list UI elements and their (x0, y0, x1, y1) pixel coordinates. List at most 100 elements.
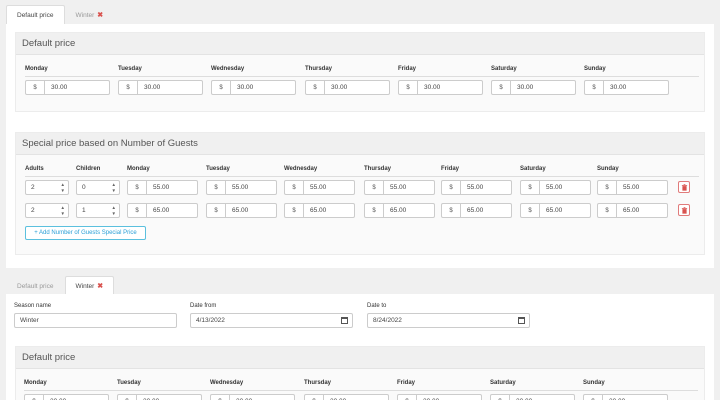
column-header-saturday: Saturday (520, 166, 546, 172)
day-header-friday: Friday (398, 66, 417, 72)
currency-symbol: $ (306, 81, 325, 94)
price-value: 55.00 (546, 184, 563, 191)
winter-price-monday-input[interactable]: $30.00 (24, 394, 109, 400)
default-price-friday-input[interactable]: $30.00 (398, 80, 483, 95)
special-price-friday-input[interactable]: $65.00 (441, 203, 512, 218)
delete-row-button[interactable] (678, 181, 690, 193)
stepper-arrows-icon[interactable]: ▲ ▼ (61, 205, 65, 216)
header-divider (25, 176, 699, 177)
close-icon[interactable]: ✖ (97, 11, 103, 19)
stepper-arrows-icon[interactable]: ▲ ▼ (112, 182, 116, 193)
default-price-thursday-input[interactable]: $30.00 (305, 80, 390, 95)
price-value: 65.00 (390, 207, 407, 214)
stepper-value: 2 (31, 184, 35, 191)
price-value: 65.00 (546, 207, 563, 214)
special-price-tuesday-input[interactable]: $65.00 (206, 203, 277, 218)
winter-price-saturday-input[interactable]: $30.00 (490, 394, 575, 400)
default-price-card: Default price (15, 32, 705, 112)
button-label: + Add Number of Guests Special Price (34, 230, 137, 236)
special-price-monday-input[interactable]: $55.00 (127, 180, 198, 195)
calendar-icon[interactable] (341, 317, 348, 324)
price-value: 55.00 (390, 184, 407, 191)
column-header-tuesday: Tuesday (206, 166, 230, 172)
winter-price-sunday-input[interactable]: $30.00 (583, 394, 668, 400)
special-price-sunday-input[interactable]: $55.00 (597, 180, 668, 195)
children-stepper[interactable]: 1 ▲ ▼ (76, 203, 120, 218)
special-price-tuesday-input[interactable]: $55.00 (206, 180, 277, 195)
special-price-wednesday-input[interactable]: $55.00 (284, 180, 355, 195)
currency-symbol: $ (128, 181, 147, 194)
column-header-adults: Adults (25, 166, 44, 172)
tab-default-price[interactable]: Default price (6, 276, 65, 295)
trash-icon (681, 206, 687, 214)
special-price-thursday-input[interactable]: $65.00 (364, 203, 435, 218)
currency-symbol: $ (598, 181, 617, 194)
price-value: 30.00 (230, 395, 294, 400)
tabs-top: Default price Winter ✖ (6, 5, 114, 24)
price-value: 55.00 (153, 184, 170, 191)
special-price-wednesday-input[interactable]: $65.00 (284, 203, 355, 218)
column-header-monday: Monday (127, 166, 150, 172)
column-header-children: Children (76, 166, 101, 172)
day-header-thursday: Thursday (305, 66, 333, 72)
default-price-wednesday-input[interactable]: $30.00 (211, 80, 296, 95)
special-price-monday-input[interactable]: $65.00 (127, 203, 198, 218)
winter-default-price-card: Default price (15, 346, 705, 400)
default-price-monday-input[interactable]: $30.00 (25, 80, 110, 95)
delete-row-button[interactable] (678, 204, 690, 216)
special-price-thursday-input[interactable]: $55.00 (364, 180, 435, 195)
date-from-label: Date from (190, 303, 217, 309)
special-price-saturday-input[interactable]: $65.00 (520, 203, 591, 218)
price-value: 65.00 (467, 207, 484, 214)
currency-symbol: $ (118, 395, 137, 400)
date-to-input[interactable]: 8/24/2022 (367, 313, 530, 328)
price-value: 30.00 (517, 84, 534, 91)
tab-winter[interactable]: Winter ✖ (65, 5, 115, 24)
currency-symbol: $ (398, 395, 417, 400)
tab-default-price[interactable]: Default price (6, 5, 65, 24)
day-header-thursday: Thursday (304, 380, 332, 386)
stepper-value: 2 (31, 207, 35, 214)
special-price-friday-input[interactable]: $55.00 (441, 180, 512, 195)
trash-icon (681, 183, 687, 191)
children-stepper[interactable]: 0 ▲ ▼ (76, 180, 120, 195)
currency-symbol: $ (207, 181, 226, 194)
currency-symbol: $ (285, 181, 304, 194)
currency-symbol: $ (521, 181, 540, 194)
tab-winter[interactable]: Winter ✖ (64, 276, 115, 295)
default-price-sunday-input[interactable]: $30.00 (584, 80, 669, 95)
season-name-input[interactable]: Winter (14, 313, 177, 328)
price-value: 65.00 (232, 207, 249, 214)
stepper-arrows-icon[interactable]: ▲ ▼ (61, 182, 65, 193)
close-icon[interactable]: ✖ (97, 282, 103, 290)
currency-symbol: $ (521, 204, 540, 217)
currency-symbol: $ (365, 181, 384, 194)
calendar-icon[interactable] (518, 317, 525, 324)
price-value: 30.00 (137, 395, 201, 400)
column-header-sunday: Sunday (597, 166, 619, 172)
currency-symbol: $ (399, 81, 418, 94)
winter-price-friday-input[interactable]: $30.00 (397, 394, 482, 400)
day-header-monday: Monday (24, 380, 47, 386)
stepper-arrows-icon[interactable]: ▲ ▼ (112, 205, 116, 216)
currency-symbol: $ (442, 181, 461, 194)
day-header-saturday: Saturday (490, 380, 516, 386)
winter-price-tuesday-input[interactable]: $30.00 (117, 394, 202, 400)
default-price-tuesday-input[interactable]: $30.00 (118, 80, 203, 95)
price-value: 65.00 (623, 207, 640, 214)
add-guests-special-price-button[interactable]: + Add Number of Guests Special Price (25, 226, 146, 240)
special-price-saturday-input[interactable]: $55.00 (520, 180, 591, 195)
season-name-label: Season name (14, 303, 52, 309)
special-price-sunday-input[interactable]: $65.00 (597, 203, 668, 218)
currency-symbol: $ (285, 204, 304, 217)
adults-stepper[interactable]: 2 ▲ ▼ (25, 203, 69, 218)
currency-symbol: $ (25, 395, 44, 400)
card-title: Default price (22, 38, 76, 49)
winter-price-wednesday-input[interactable]: $30.00 (210, 394, 295, 400)
day-header-wednesday: Wednesday (211, 66, 245, 72)
default-price-saturday-input[interactable]: $30.00 (491, 80, 576, 95)
date-from-input[interactable]: 4/13/2022 (190, 313, 353, 328)
adults-stepper[interactable]: 2 ▲ ▼ (25, 180, 69, 195)
currency-symbol: $ (598, 204, 617, 217)
winter-price-thursday-input[interactable]: $30.00 (304, 394, 389, 400)
